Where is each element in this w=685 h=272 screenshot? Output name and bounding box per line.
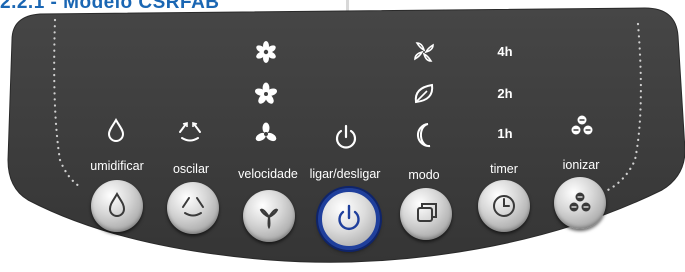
speed-label: velocidade	[238, 167, 298, 181]
mode-button[interactable]	[400, 188, 452, 240]
timer-1h-label: 1h	[497, 126, 513, 141]
mode-label: modo	[408, 168, 440, 182]
drop-icon	[108, 191, 126, 217]
humidify-label: umidificar	[90, 159, 144, 173]
oscillate-label: oscilar	[172, 162, 210, 176]
mode-squares-icon	[417, 203, 437, 222]
oscillate-indicator-icon	[179, 121, 201, 142]
speed-button[interactable]	[243, 190, 295, 242]
power-icon	[338, 204, 360, 230]
ionize-indicator-icon	[571, 115, 593, 135]
power-indicator-icon	[335, 124, 357, 149]
turbo-mode-icon	[414, 42, 434, 62]
oscillate-button[interactable]	[167, 182, 219, 234]
ionize-button[interactable]	[554, 177, 606, 229]
humidify-button[interactable]	[91, 180, 143, 232]
fan-medium-icon	[254, 82, 278, 104]
fan-high-icon	[256, 41, 276, 63]
ion-icon	[569, 192, 591, 212]
clock-icon	[493, 195, 515, 217]
humidify-indicator-icon	[107, 118, 125, 142]
timer-button[interactable]	[478, 180, 530, 232]
power-button[interactable]	[318, 188, 380, 250]
oscillate-icon	[182, 197, 204, 217]
ionize-label: ionizar	[562, 158, 600, 172]
power-label: ligar/desligar	[309, 167, 381, 181]
timer-2h-label: 2h	[497, 86, 513, 101]
timer-label: timer	[490, 162, 518, 176]
timer-4h-label: 4h	[497, 44, 513, 59]
moon-sleep-icon	[416, 123, 431, 148]
fan-low-icon	[255, 122, 277, 142]
fan-icon	[259, 208, 279, 230]
leaf-eco-icon	[414, 83, 434, 104]
